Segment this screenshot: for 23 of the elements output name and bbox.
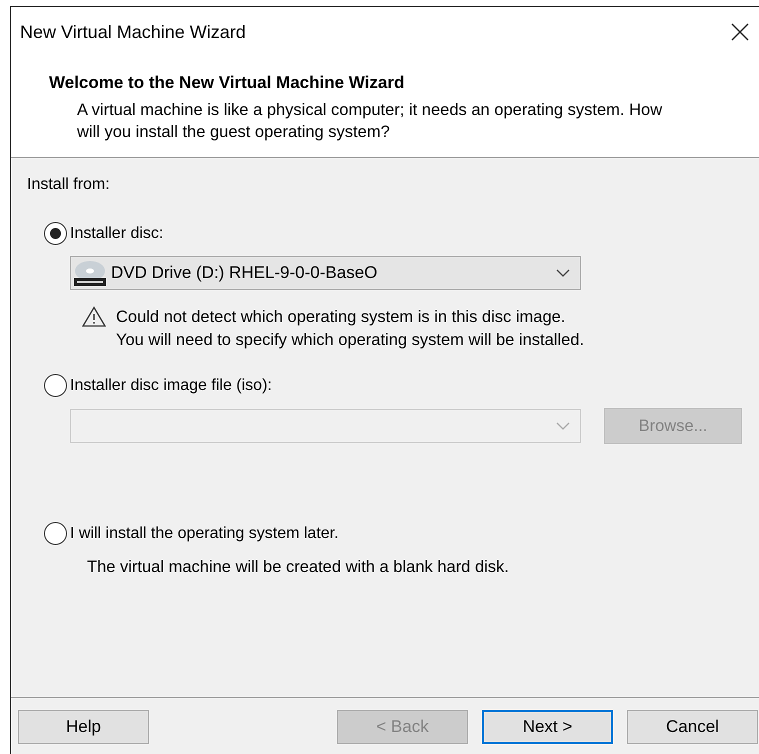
wizard-button[interactable]: Cancel (627, 710, 758, 744)
radio-button[interactable] (44, 374, 67, 397)
drive-dropdown[interactable]: DVD Drive (D:) RHEL-9-0-0-BaseO (70, 256, 581, 290)
warning-text: You will need to specify which operating system will be installed. (116, 330, 584, 351)
warning-icon (82, 306, 106, 327)
wizard-heading: Welcome to the New Virtual Machine Wizard (49, 73, 406, 93)
wizard-button[interactable]: Next > (482, 710, 613, 744)
warning-text: Could not detect which operating system is in this disc image. (116, 307, 566, 328)
dropdown-value: DVD Drive (D:) RHEL-9-0-0-BaseO (111, 263, 378, 283)
option-note: The virtual machine will be created with a blank hard disk. (87, 558, 510, 577)
chevron-down-icon (556, 422, 570, 430)
chevron-down-icon (556, 269, 570, 277)
install-from-label: Install from: (27, 176, 111, 194)
close-icon[interactable] (731, 23, 749, 41)
dvd-drive-icon (73, 259, 107, 287)
radio-button[interactable] (44, 222, 67, 245)
wizard-button[interactable]: Help (18, 710, 149, 744)
window-title: New Virtual Machine Wizard (20, 22, 246, 42)
wizard-description: A virtual machine is like a physical computer; it needs an operating system. How will you install the guest operating system? (76, 100, 664, 143)
option-label[interactable]: Installer disc: (70, 224, 164, 242)
option-label[interactable]: I will install the operating system later. (70, 524, 339, 542)
radio-button[interactable] (44, 522, 67, 545)
option-label[interactable]: Installer disc image file (iso): (70, 376, 272, 394)
